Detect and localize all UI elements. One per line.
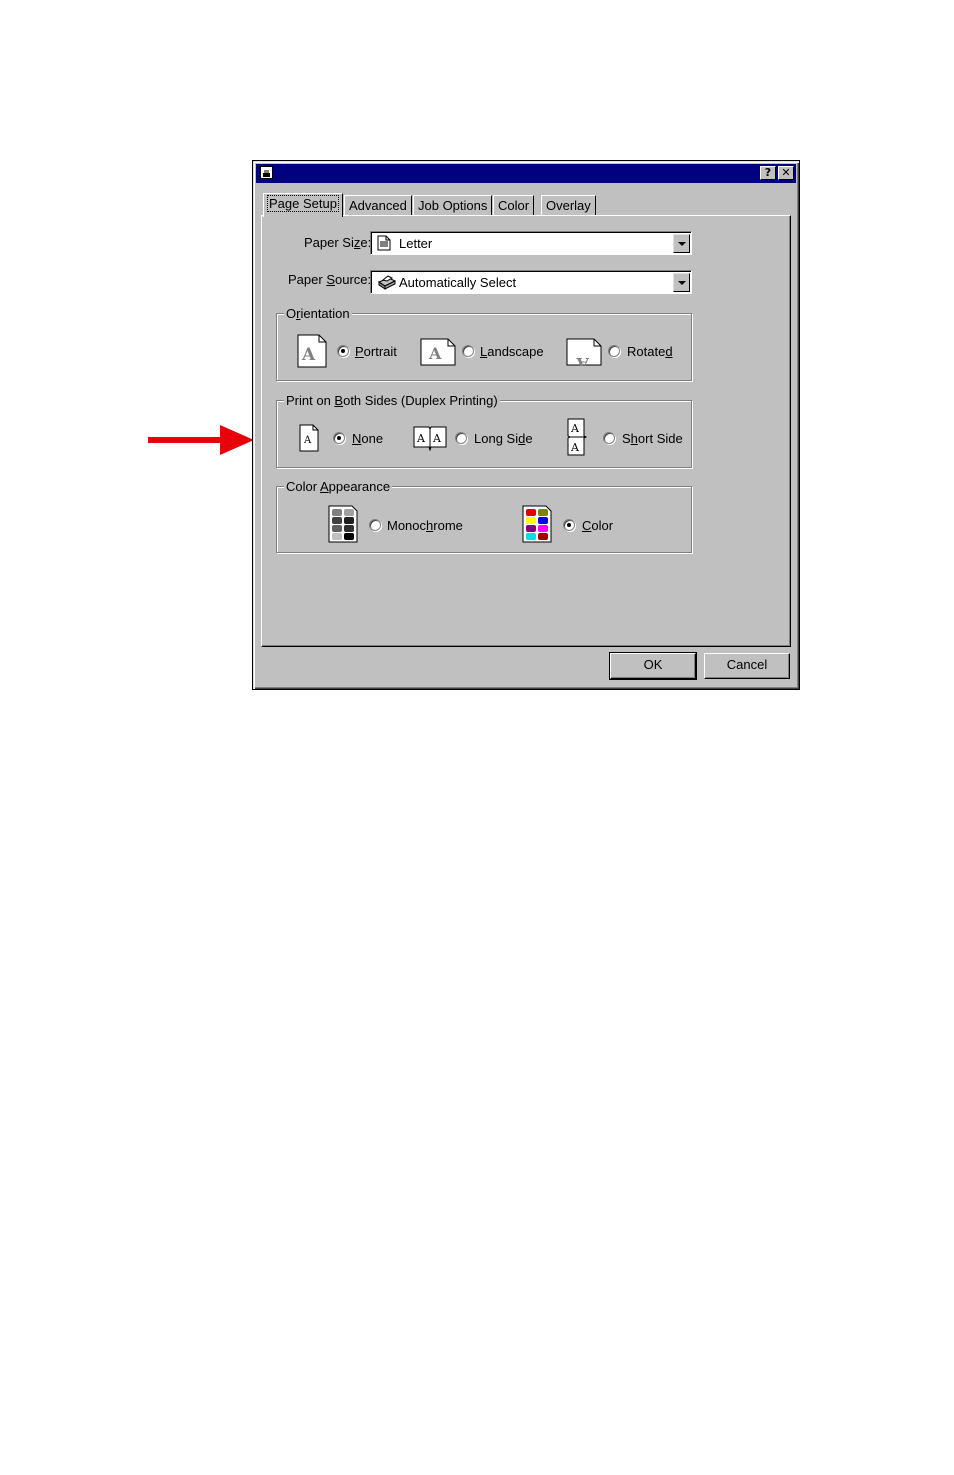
rotated-radio[interactable] bbox=[608, 345, 620, 357]
svg-text:A: A bbox=[301, 345, 316, 365]
tab-advanced[interactable]: Advanced bbox=[344, 195, 412, 216]
color-radio[interactable] bbox=[563, 519, 575, 531]
duplex-none-radio[interactable] bbox=[333, 432, 345, 444]
paper-source-value: Automatically Select bbox=[399, 275, 517, 290]
monochrome-radio[interactable] bbox=[369, 519, 381, 531]
color-palette-icon bbox=[522, 505, 552, 543]
portrait-label[interactable]: Portrait bbox=[355, 344, 397, 359]
close-button[interactable]: ✕ bbox=[778, 166, 794, 180]
duplex-group-title: Print on Both Sides (Duplex Printing) bbox=[284, 393, 500, 408]
tab-label: Overlay bbox=[546, 198, 591, 213]
title-bar[interactable]: ? ✕ bbox=[256, 164, 796, 183]
monochrome-label[interactable]: Monochrome bbox=[387, 518, 463, 533]
paper-size-value: Letter bbox=[399, 236, 433, 251]
pointer-arrow-icon bbox=[148, 425, 254, 455]
document-icon bbox=[377, 235, 391, 251]
paper-source-select[interactable]: Automatically Select bbox=[370, 270, 692, 294]
portrait-radio[interactable] bbox=[337, 345, 349, 357]
svg-text:A: A bbox=[432, 432, 442, 445]
duplex-long-side-label[interactable]: Long Side bbox=[474, 431, 533, 446]
svg-text:A: A bbox=[428, 344, 442, 363]
duplex-none-label[interactable]: None bbox=[352, 431, 383, 446]
printer-app-icon bbox=[260, 166, 273, 179]
rotated-label[interactable]: Rotated bbox=[627, 344, 673, 359]
duplex-short-side-radio[interactable] bbox=[603, 432, 615, 444]
simplex-page-icon: A bbox=[299, 424, 319, 452]
portrait-page-icon: A bbox=[297, 334, 327, 368]
orientation-group-title: Orientation bbox=[284, 306, 352, 321]
landscape-label[interactable]: Landscape bbox=[480, 344, 544, 359]
svg-text:A: A bbox=[303, 435, 312, 446]
tab-page-setup[interactable]: Page Setup bbox=[263, 193, 343, 217]
printer-icon bbox=[377, 275, 397, 290]
paper-size-label: Paper Size: bbox=[304, 235, 372, 250]
chevron-down-icon[interactable] bbox=[673, 234, 690, 253]
svg-text:A: A bbox=[570, 441, 580, 454]
tab-label: Page Setup bbox=[267, 195, 339, 212]
rotated-page-icon: A bbox=[566, 338, 602, 366]
landscape-page-icon: A bbox=[420, 338, 456, 366]
monochrome-palette-icon bbox=[328, 505, 358, 543]
tab-label: Color bbox=[498, 198, 530, 213]
paper-size-select[interactable]: Letter bbox=[370, 231, 692, 255]
svg-text:A: A bbox=[416, 432, 426, 445]
tab-label: Job Options bbox=[418, 198, 488, 213]
tab-label: Advanced bbox=[349, 198, 407, 213]
tab-overlay[interactable]: Overlay bbox=[541, 195, 596, 216]
tab-color[interactable]: Color bbox=[493, 195, 535, 216]
duplex-short-side-label[interactable]: Short Side bbox=[622, 431, 683, 446]
color-label[interactable]: Color bbox=[582, 518, 613, 533]
help-button[interactable]: ? bbox=[760, 166, 776, 180]
svg-text:A: A bbox=[576, 354, 590, 366]
long-side-book-icon: A A bbox=[413, 426, 447, 451]
ok-button[interactable]: OK bbox=[609, 652, 697, 680]
tab-job-options[interactable]: Job Options bbox=[413, 195, 493, 216]
landscape-radio[interactable] bbox=[462, 345, 474, 357]
chevron-down-icon[interactable] bbox=[673, 273, 690, 292]
color-appearance-group-title: Color Appearance bbox=[284, 479, 393, 494]
short-side-tablet-icon: A A bbox=[567, 418, 588, 456]
cancel-button[interactable]: Cancel bbox=[704, 653, 790, 679]
paper-source-label: Paper Source: bbox=[288, 272, 372, 287]
svg-text:A: A bbox=[570, 422, 580, 435]
duplex-long-side-radio[interactable] bbox=[455, 432, 467, 444]
